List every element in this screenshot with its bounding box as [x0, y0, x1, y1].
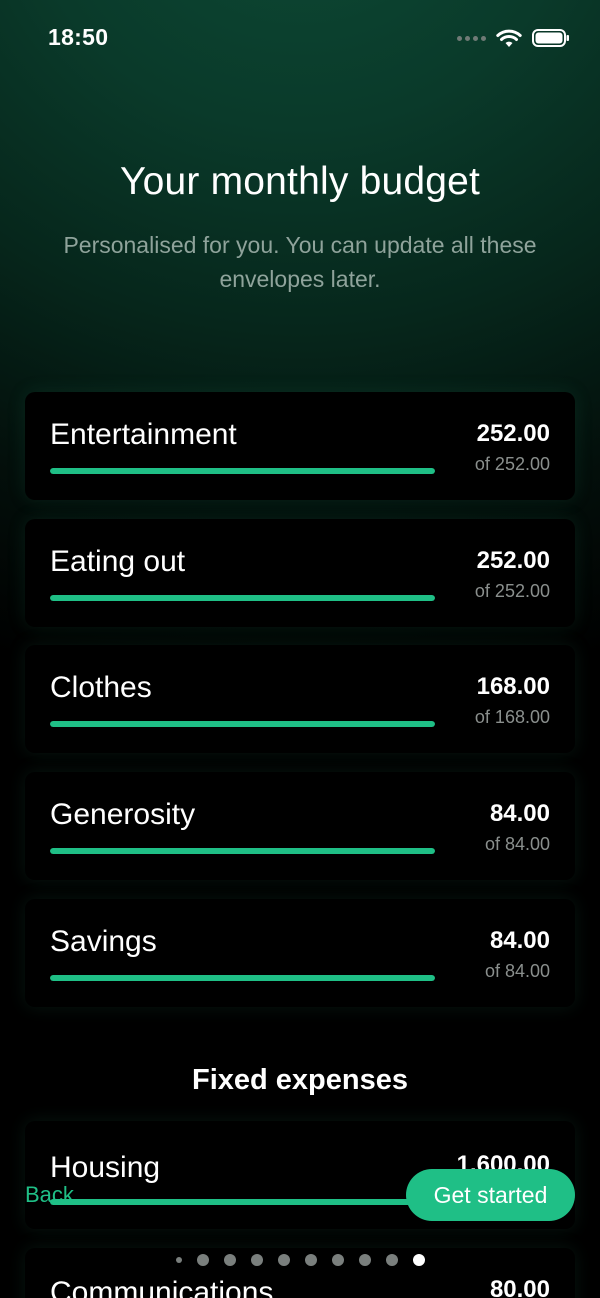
page-dot[interactable]: [331, 1254, 344, 1266]
envelope-total: of 168.00: [474, 707, 550, 727]
envelope-total: of 252.00: [474, 581, 550, 601]
battery-icon: [532, 29, 569, 47]
status-icons: [457, 26, 570, 50]
budget-screen: 18:50 Your monthly budget Personalised f…: [0, 0, 600, 1298]
envelope-progress-bar: [50, 975, 435, 981]
page-subtitle: Personalised for you. You can update all…: [63, 232, 537, 292]
fixed-expense-name: Housing: [50, 1151, 161, 1184]
status-bar: 18:50: [0, 0, 600, 80]
envelope-name: Generosity: [50, 798, 196, 831]
page-dot[interactable]: [175, 1257, 182, 1263]
envelope-progress-bar: [50, 848, 435, 854]
fixed-expense-progress-bar: [50, 1199, 435, 1205]
envelope-card-entertainment[interactable]: Entertainment 252.00 of 252.00: [25, 392, 575, 500]
fixed-expense-amount: 80.00: [489, 1276, 550, 1298]
envelope-card-eating-out[interactable]: Eating out 252.00 of 252.00: [25, 519, 575, 627]
envelope-amount: 252.00: [476, 420, 550, 447]
envelope-name: Savings: [50, 925, 157, 958]
envelope-total: of 84.00: [484, 961, 550, 981]
get-started-button[interactable]: Get started: [406, 1169, 575, 1221]
fixed-expense-name: Communications: [50, 1276, 274, 1298]
envelope-name: Clothes: [50, 671, 152, 704]
status-time: 18:50: [48, 24, 109, 50]
envelope-amount: 84.00: [489, 927, 550, 954]
cellular-signal-icon: [457, 35, 486, 41]
page-dot[interactable]: [304, 1254, 317, 1266]
wifi-icon: [496, 29, 522, 47]
page-dot[interactable]: [223, 1254, 236, 1266]
envelope-amount: 168.00: [476, 673, 550, 700]
fixed-expenses-heading: Fixed expenses: [192, 1064, 408, 1096]
page-dot[interactable]: [358, 1254, 371, 1266]
envelope-name: Entertainment: [50, 418, 237, 451]
page-dot[interactable]: [385, 1254, 398, 1266]
envelope-amount: 84.00: [489, 800, 550, 827]
envelope-card-generosity[interactable]: Generosity 84.00 of 84.00: [25, 772, 575, 880]
page-title: Your monthly budget: [119, 160, 481, 203]
back-button[interactable]: Back: [25, 1182, 74, 1208]
envelope-name: Eating out: [50, 545, 186, 578]
envelope-amount: 252.00: [476, 547, 550, 574]
envelope-progress-bar: [50, 468, 435, 474]
page-indicator[interactable]: [0, 1254, 600, 1266]
envelope-progress-bar: [50, 595, 435, 601]
page-dot[interactable]: [196, 1254, 209, 1266]
envelope-total: of 252.00: [474, 454, 550, 474]
envelope-card-clothes[interactable]: Clothes 168.00 of 168.00: [25, 645, 575, 753]
page-dot[interactable]: [277, 1254, 290, 1266]
envelope-progress-bar: [50, 721, 435, 727]
page-dot[interactable]: [250, 1254, 263, 1266]
envelope-card-savings[interactable]: Savings 84.00 of 84.00: [25, 899, 575, 1007]
envelope-total: of 84.00: [484, 834, 550, 854]
page-dot-active[interactable]: [412, 1254, 425, 1266]
